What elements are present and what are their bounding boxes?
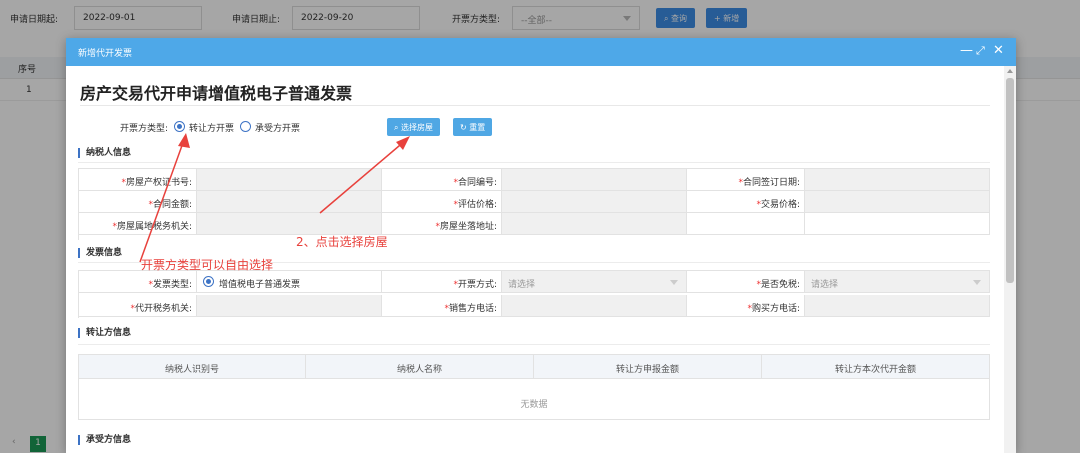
issue-method-placeholder: 请选择 — [508, 280, 536, 290]
contract-date-field[interactable] — [805, 169, 990, 191]
trade-price-field[interactable] — [805, 191, 990, 213]
empty-label-cell — [687, 213, 805, 235]
buyer-phone-label: *购买方电话: — [687, 295, 805, 317]
th-declared-amount: 转让方申报金额 — [534, 355, 762, 379]
address-field[interactable] — [502, 213, 687, 235]
contract-no-field[interactable] — [502, 169, 687, 191]
tax-exempt-select[interactable]: 请选择 — [805, 271, 990, 293]
empty-table-message: 无数据 — [520, 400, 548, 410]
scroll-thumb[interactable] — [1006, 78, 1014, 283]
assessed-price-label: *评估价格: — [382, 191, 502, 213]
taxpayer-grid: *房屋产权证书号: *合同编号: *合同签订日期: *合同金额: *评估价格: … — [78, 168, 990, 240]
taxpayer-section-title: 纳税人信息 — [78, 148, 131, 158]
invoice-grid: *发票类型: 增值税电子普通发票 *开票方式: 请选择 *是否免税: 请选择 *… — [78, 270, 990, 318]
buyer-phone-field[interactable] — [805, 295, 990, 317]
invoice-type-field: 增值税电子普通发票 — [197, 271, 382, 293]
chevron-down-icon — [973, 280, 981, 285]
issue-method-label: *开票方式: — [382, 271, 502, 293]
invoice-section-title: 发票信息 — [78, 248, 122, 258]
proxy-office-label: *代开税务机关: — [79, 295, 197, 317]
section-divider — [78, 162, 990, 163]
close-icon[interactable]: ✕ — [993, 44, 1004, 58]
th-taxpayer-name: 纳税人名称 — [306, 355, 534, 379]
title-divider — [80, 105, 990, 106]
transferor-section-title: 转让方信息 — [78, 328, 131, 338]
section-divider — [78, 344, 990, 345]
tax-exempt-placeholder: 请选择 — [811, 280, 839, 290]
select-house-button[interactable]: ⌕ 选择房屋 — [387, 118, 441, 136]
radio-invoice-type[interactable] — [203, 276, 214, 287]
radio-transferee[interactable] — [240, 121, 251, 132]
tax-office-field[interactable] — [197, 213, 382, 235]
radio-transferee-label[interactable]: 承受方开票 — [255, 121, 300, 134]
seller-phone-label: *销售方电话: — [382, 295, 502, 317]
cert-no-label: *房屋产权证书号: — [79, 169, 197, 191]
transferor-table-header: 纳税人识别号 纳税人名称 转让方申报金额 转让方本次代开金额 — [79, 355, 989, 379]
refresh-icon: ↻ — [460, 123, 467, 132]
modal-header: 新增代开发票 — ⤢ ✕ — [66, 38, 1016, 66]
th-proxy-amount: 转让方本次代开金额 — [834, 365, 916, 375]
reset-label: 重置 — [469, 123, 486, 132]
transferor-table: 纳税人识别号 纳税人名称 转让方申报金额 转让方本次代开金额 无数据 — [78, 354, 990, 420]
invoice-party-label: 开票方类型: — [120, 124, 169, 134]
document-title: 房产交易代开申请增值税电子普通发票 — [80, 84, 353, 103]
add-invoice-modal: 新增代开发票 — ⤢ ✕ 房产交易代开申请增值税电子普通发票 开票方类型: 转让… — [66, 38, 1016, 453]
select-house-label: 选择房屋 — [401, 123, 434, 132]
tax-office-label: *房屋属地税务机关: — [79, 213, 197, 235]
annotation-step2: 2、点击选择房屋 — [296, 235, 388, 249]
seller-phone-field[interactable] — [502, 295, 687, 317]
cert-no-field[interactable] — [197, 169, 382, 191]
assessed-price-field[interactable] — [502, 191, 687, 213]
issue-method-select[interactable]: 请选择 — [502, 271, 687, 293]
contract-amount-field[interactable] — [197, 191, 382, 213]
address-label: *房屋坐落地址: — [382, 213, 502, 235]
contract-no-label: *合同编号: — [382, 169, 502, 191]
empty-value-cell — [805, 213, 990, 235]
radio-transferor-label[interactable]: 转让方开票 — [189, 121, 234, 134]
radio-transferor[interactable] — [174, 121, 185, 132]
contract-date-label: *合同签订日期: — [687, 169, 805, 191]
proxy-office-field[interactable] — [197, 295, 382, 317]
trade-price-label: *交易价格: — [687, 191, 805, 213]
maximize-icon[interactable]: ⤢ — [976, 44, 985, 58]
th-taxpayer-id: 纳税人识别号 — [79, 355, 306, 379]
contract-amount-label: *合同金额: — [79, 191, 197, 213]
modal-scrollbar[interactable] — [1004, 66, 1016, 453]
scroll-up-icon[interactable] — [1007, 69, 1013, 73]
invoice-type-value[interactable]: 增值税电子普通发票 — [219, 277, 300, 290]
chevron-down-icon — [670, 280, 678, 285]
reset-button[interactable]: ↻ 重置 — [453, 118, 493, 136]
search-icon: ⌕ — [394, 123, 399, 132]
transferee-section-title: 承受方信息 — [78, 435, 131, 445]
modal-title: 新增代开发票 — [78, 49, 133, 59]
minimize-icon[interactable]: — — [960, 44, 973, 58]
invoice-type-label: *发票类型: — [79, 271, 197, 293]
annotation-type-hint: 开票方类型可以自由选择 — [141, 258, 274, 272]
tax-exempt-label: *是否免税: — [687, 271, 805, 293]
